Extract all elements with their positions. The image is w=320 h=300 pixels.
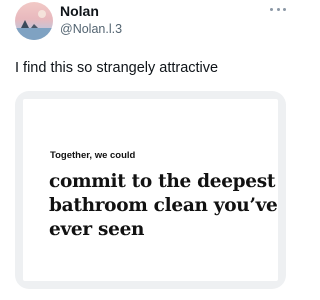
more-dot [283,7,286,11]
more-dots-icon[interactable] [270,3,286,15]
tweet-text: I find this so strangely attractive [15,60,219,76]
card-kicker: Together, we could [50,150,136,161]
media-card[interactable]: Together, we could commit to the deepest… [15,91,286,289]
avatar[interactable] [15,2,53,40]
avatar-sunset-icon [15,10,53,40]
more-dot [270,7,273,11]
card-headline: commit to the deepest bathroom clean you… [49,171,278,240]
tweet: Nolan @Nolan.l.3 I find this so strangel… [0,0,300,300]
author-name[interactable]: Nolan [60,3,99,20]
media-card-image: Together, we could commit to the deepest… [23,99,278,281]
more-dot [276,7,280,11]
author-handle[interactable]: @Nolan.l.3 [60,21,122,37]
